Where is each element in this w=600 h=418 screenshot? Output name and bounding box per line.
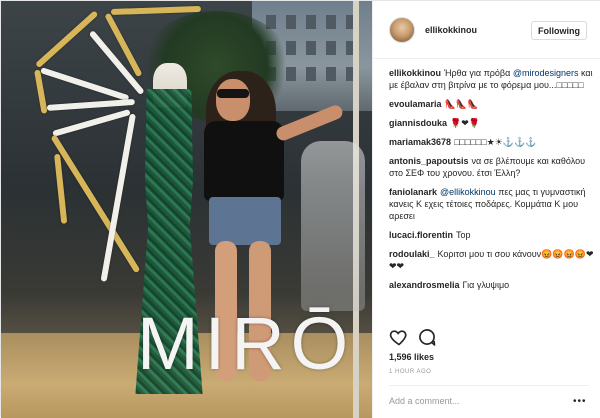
comment-item: ellikokkinou Ήρθα για πρόβα @mirodesigner… (389, 67, 595, 91)
instagram-post: MIRŌ ellikokkinou Following ellikokkinou… (0, 0, 600, 418)
comment-item: giannisdouka 🌹❤🌹 (389, 117, 595, 129)
white-rod-decoration (46, 98, 135, 111)
gold-rod-decoration (54, 153, 68, 224)
white-rod-decoration (52, 109, 131, 137)
comment-item: antonis_papoutsis να σε βλέπουμε και καθό… (389, 155, 595, 179)
post-header: ellikokkinou Following (373, 1, 600, 59)
post-sidebar: ellikokkinou Following ellikokkinou Ήρθα … (372, 1, 600, 418)
comment-username[interactable]: ellikokkinou (389, 68, 441, 78)
comment-username[interactable]: mariamak3678 (389, 137, 451, 147)
comment-icon[interactable] (417, 327, 437, 347)
comment-mention[interactable]: @mirodesigners (513, 68, 579, 78)
comment-text: Για γλυψιμο (462, 280, 510, 290)
woman-black-top (204, 121, 284, 201)
comment-text: □□□□□□★☀⚓⚓⚓ (454, 137, 537, 147)
comment-username[interactable]: evoulamaria (389, 99, 442, 109)
denim-shorts (209, 197, 281, 245)
post-timestamp: 1 HOUR AGO (389, 369, 432, 375)
heart-icon[interactable] (389, 327, 409, 347)
white-rod-decoration (40, 67, 130, 102)
comment-item: lucaci.florentin Top (389, 229, 595, 241)
comment-text: Ήρθα για πρόβα (444, 68, 513, 78)
miro-logo: MIRŌ (137, 302, 355, 385)
add-comment-input[interactable]: Add a comment... (389, 396, 460, 406)
comment-text: 🌹❤🌹 (450, 118, 480, 128)
reflection-person (301, 141, 365, 311)
sunglasses (217, 89, 249, 98)
divider (389, 385, 589, 386)
comment-item: rodoulaki_ Κοριτσι μου τι σου κάνουν😡😡😡😡❤… (389, 248, 595, 272)
comment-text: Top (456, 230, 471, 240)
action-bar (389, 327, 589, 347)
gold-rod-decoration (34, 69, 48, 114)
comment-item: faniolanark @ellikokkinou πες μας τι γυμν… (389, 186, 595, 222)
like-count[interactable]: 1,596 likes (389, 352, 434, 362)
gold-rod-decoration (110, 5, 202, 15)
avatar[interactable] (389, 17, 415, 43)
comment-username[interactable]: alexandrosmelia (389, 280, 460, 290)
comment-mention[interactable]: @ellikokkinou (440, 187, 496, 197)
comment-username[interactable]: giannisdouka (389, 118, 447, 128)
comment-username[interactable]: rodoulaki_ (389, 249, 435, 259)
comment-item: evoulamaria 👠👠👠 (389, 98, 595, 110)
more-options-icon[interactable]: ••• (573, 396, 587, 407)
comment-username[interactable]: lucaci.florentin (389, 230, 453, 240)
author-username[interactable]: ellikokkinou (425, 25, 477, 35)
comment-item: mariamak3678 □□□□□□★☀⚓⚓⚓ (389, 136, 595, 148)
post-photo[interactable]: MIRŌ (1, 1, 372, 418)
comment-username[interactable]: antonis_papoutsis (389, 156, 469, 166)
comment-text: 👠👠👠 (444, 99, 479, 109)
woman-face (216, 79, 250, 121)
following-button[interactable]: Following (531, 21, 587, 40)
comment-item: alexandrosmelia Για γλυψιμο (389, 279, 595, 291)
comments-list: ellikokkinou Ήρθα για πρόβα @mirodesigner… (389, 67, 595, 298)
comment-username[interactable]: faniolanark (389, 187, 437, 197)
gold-rod-decoration (34, 10, 99, 69)
